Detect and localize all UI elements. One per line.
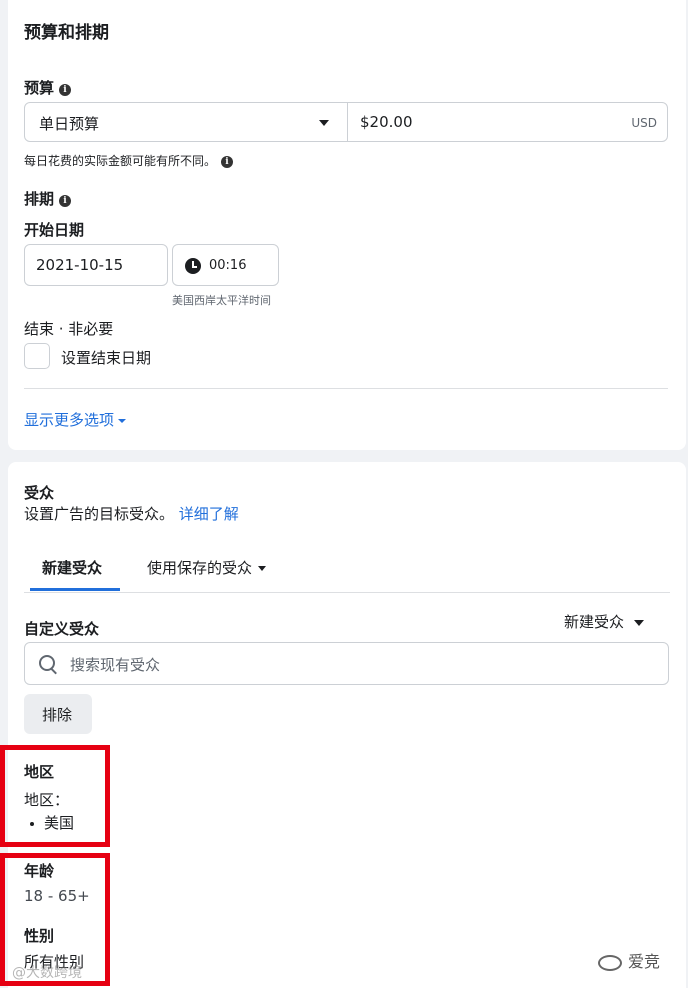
watermark-right-text: 爱竞 — [628, 952, 661, 971]
active-tab-indicator — [30, 588, 120, 591]
tab-saved-audience-label: 使用保存的受众 — [147, 559, 253, 577]
clock-icon — [185, 258, 201, 274]
info-icon[interactable]: i — [59, 195, 72, 207]
chevron-down-icon — [118, 418, 127, 423]
end-date-checkbox-label[interactable]: 设置结束日期 — [61, 347, 151, 368]
start-date-label: 开始日期 — [24, 221, 85, 239]
tab-new-audience[interactable]: 新建受众 — [30, 557, 120, 591]
budget-label: 预算 i — [24, 77, 72, 98]
show-more-options-text: 显示更多选项 — [24, 411, 115, 429]
info-icon[interactable]: i — [59, 84, 72, 96]
audience-description: 设置广告的目标受众。 详细了解 — [24, 503, 239, 524]
audience-search-input[interactable]: 搜索现有受众 — [24, 642, 669, 685]
exclude-button-label: 排除 — [42, 706, 73, 724]
budget-schedule-card: 预算和排期 预算 i 单日预算 $20.00 USD 每日花费的实际金额可能有所不… — [8, 0, 686, 450]
show-more-options-link[interactable]: 显示更多选项 — [24, 409, 127, 430]
budget-amount-input[interactable]: $20.00 USD — [348, 103, 667, 141]
chevron-down-icon — [634, 619, 645, 626]
budget-note: 每日花费的实际金额可能有所不同。 i — [24, 152, 234, 169]
tab-saved-audience[interactable]: 使用保存的受众 — [147, 557, 267, 578]
divider — [24, 388, 668, 389]
timezone-label: 美国西岸太平洋时间 — [172, 294, 271, 307]
create-new-audience-dropdown[interactable]: 新建受众 — [564, 611, 645, 632]
end-date-checkbox[interactable] — [24, 343, 50, 369]
watermark-left: @大数跨境 — [12, 965, 82, 981]
schedule-label-text: 排期 — [24, 190, 55, 208]
search-icon — [39, 655, 57, 675]
custom-audience-label: 自定义受众 — [24, 620, 100, 638]
currency-label: USD — [631, 116, 657, 130]
start-time-value: 00:16 — [209, 258, 247, 273]
budget-note-text: 每日花费的实际金额可能有所不同。 — [24, 154, 217, 168]
budget-section-title: 预算和排期 — [24, 23, 109, 43]
wechat-icon — [598, 954, 622, 971]
info-icon[interactable]: i — [221, 156, 234, 168]
exclude-button[interactable]: 排除 — [24, 694, 92, 734]
end-date-label: 结束 · 非必要 — [24, 320, 114, 338]
budget-input-group: 单日预算 $20.00 USD — [24, 102, 668, 142]
budget-amount-value: $20.00 — [360, 113, 413, 131]
start-date-input[interactable]: 2021-10-15 — [24, 244, 168, 286]
budget-label-text: 预算 — [24, 79, 55, 97]
tabs-divider — [24, 592, 670, 593]
location-highlight-box — [0, 745, 110, 847]
budget-type-select[interactable]: 单日预算 — [25, 103, 348, 141]
tab-new-audience-label: 新建受众 — [42, 559, 103, 577]
audience-description-text: 设置广告的目标受众。 — [24, 505, 175, 523]
start-date-value: 2021-10-15 — [36, 256, 124, 274]
start-time-input[interactable]: 00:16 — [172, 244, 279, 286]
audience-section-title: 受众 — [24, 484, 55, 502]
schedule-label: 排期 i — [24, 188, 72, 209]
chevron-down-icon — [319, 120, 329, 126]
chevron-down-icon — [258, 566, 267, 571]
learn-more-link[interactable]: 详细了解 — [179, 505, 239, 523]
budget-type-value: 单日预算 — [39, 115, 100, 133]
search-placeholder: 搜索现有受众 — [70, 656, 161, 674]
watermark-right: 爱竞 — [598, 948, 660, 972]
create-new-audience-label: 新建受众 — [564, 613, 625, 631]
